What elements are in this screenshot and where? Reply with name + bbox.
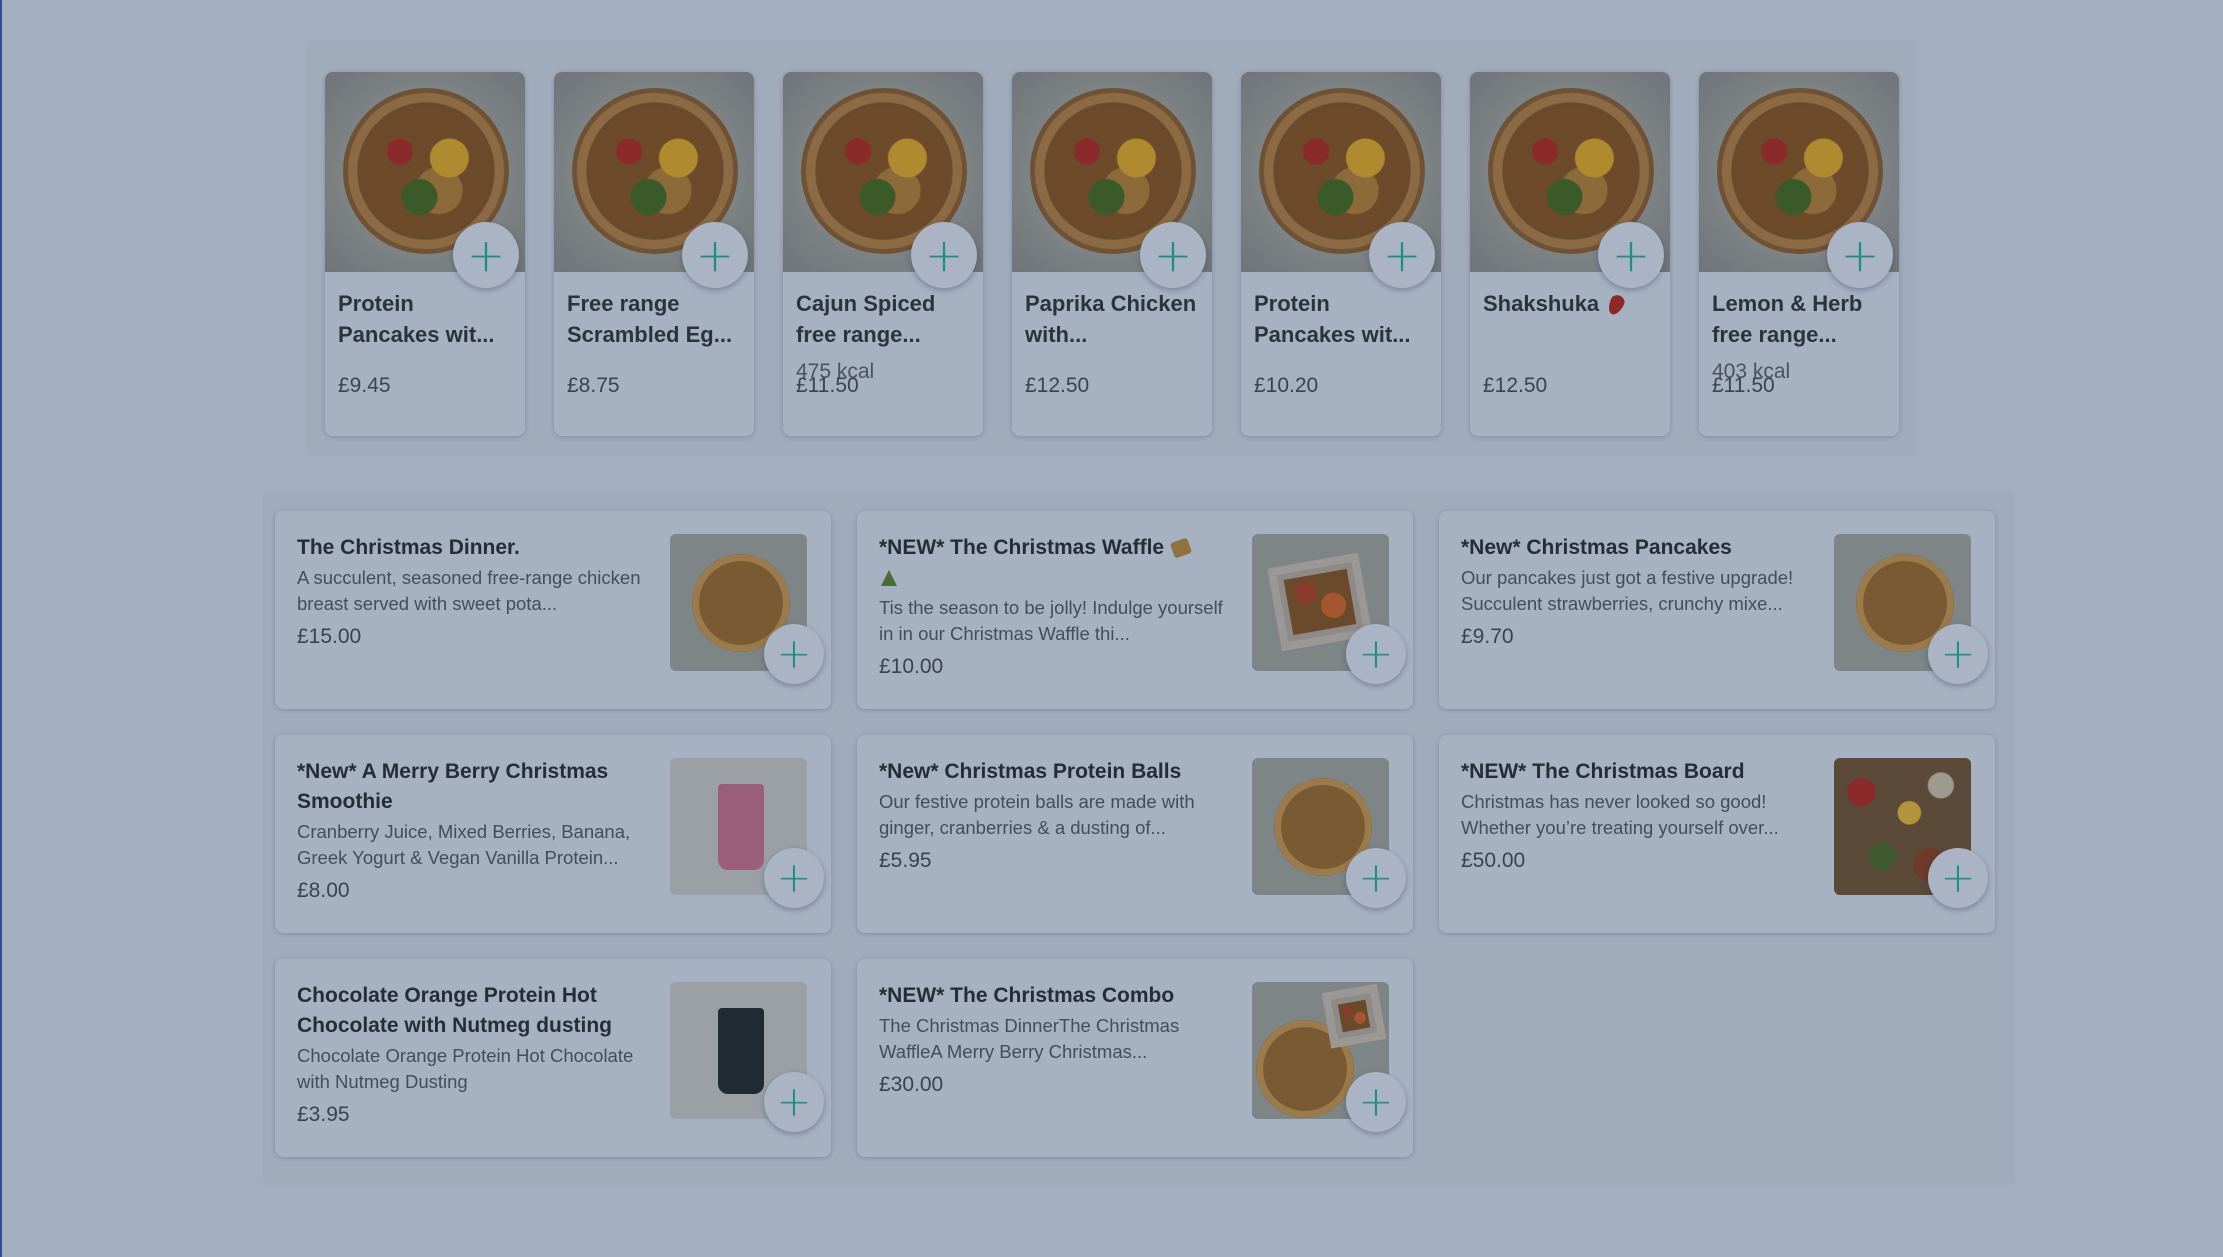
- item-price: £11.50: [1712, 374, 1775, 397]
- menu-item-description: Chocolate Orange Protein Hot Chocolate w…: [297, 1045, 634, 1092]
- item-name: Free range Scrambled Eg...: [567, 291, 733, 347]
- add-to-basket-button[interactable]: +: [1346, 848, 1406, 908]
- menu-item-description: Our pancakes just got a festive upgrade!…: [1461, 567, 1794, 614]
- menu-item-card[interactable]: *New* A Merry Berry Christmas Smoothie C…: [275, 735, 831, 933]
- item-name: Cajun Spiced free range...: [796, 291, 936, 347]
- menu-item-description: Tis the season to be jolly! Indulge your…: [879, 597, 1223, 644]
- item-price: £12.50: [1483, 374, 1548, 397]
- menu-item-price: £8.00: [297, 879, 350, 902]
- menu-item-card[interactable]: *NEW* The Christmas Combo The Christmas …: [857, 959, 1413, 1157]
- menu-item-price: £5.95: [879, 849, 932, 872]
- christmas-tree-icon: [881, 570, 897, 587]
- menu-item-title: The Christmas Dinner.: [297, 536, 520, 559]
- item-price: £8.75: [567, 374, 620, 397]
- menu-item-price: £9.70: [1461, 625, 1514, 648]
- add-to-basket-button[interactable]: +: [1827, 222, 1893, 288]
- menu-item-description: Our festive protein balls are made with …: [879, 791, 1195, 838]
- featured-carousel: + Protein Pancakes wit... £9.45 + Free r…: [305, 40, 1917, 456]
- menu-item-title: *NEW* The Christmas Combo: [879, 984, 1175, 1007]
- menu-item-card[interactable]: *New* Christmas Pancakes Our pancakes ju…: [1439, 511, 1995, 709]
- carousel-item[interactable]: + Paprika Chicken with... £12.50: [1012, 72, 1212, 436]
- menu-item-description: A succulent, seasoned free-range chicken…: [297, 567, 641, 614]
- carousel-item[interactable]: + Shakshuka £12.50: [1470, 72, 1670, 436]
- waffle-icon: [1169, 537, 1193, 560]
- carousel-item[interactable]: + Cajun Spiced free range... 475 kcal £1…: [783, 72, 983, 436]
- menu-item-title: *NEW* The Christmas Waffle: [879, 533, 1239, 593]
- menu-item-title: *New* Christmas Protein Balls: [879, 760, 1182, 783]
- menu-item-price: £30.00: [879, 1073, 944, 1096]
- add-to-basket-button[interactable]: +: [1598, 222, 1664, 288]
- carousel-item[interactable]: + Protein Pancakes wit... £9.45: [325, 72, 525, 436]
- item-name: Paprika Chicken with...: [1025, 291, 1197, 347]
- add-to-basket-button[interactable]: +: [1928, 624, 1988, 684]
- menu-item-title: *NEW* The Christmas Board: [1461, 760, 1745, 783]
- menu-item-description: Christmas has never looked so good! Whet…: [1461, 791, 1779, 838]
- add-to-basket-button[interactable]: +: [764, 848, 824, 908]
- item-name: Lemon & Herb free range...: [1712, 291, 1863, 347]
- carousel-track: + Protein Pancakes wit... £9.45 + Free r…: [325, 72, 1899, 436]
- add-to-basket-button[interactable]: +: [764, 1072, 824, 1132]
- item-name: Protein Pancakes wit...: [338, 291, 495, 347]
- menu-item-price: £3.95: [297, 1103, 350, 1126]
- item-price: £12.50: [1025, 374, 1090, 397]
- add-to-basket-button[interactable]: +: [453, 222, 519, 288]
- menu-item-card[interactable]: Chocolate Orange Protein Hot Chocolate w…: [275, 959, 831, 1157]
- item-price: £9.45: [338, 374, 391, 397]
- christmas-menu-section: The Christmas Dinner. A succulent, seaso…: [263, 492, 2015, 1186]
- carousel-item[interactable]: + Protein Pancakes wit... £10.20: [1241, 72, 1441, 436]
- add-to-basket-button[interactable]: +: [1928, 848, 1988, 908]
- menu-item-description: Cranberry Juice, Mixed Berries, Banana, …: [297, 821, 631, 868]
- menu-item-price: £10.00: [879, 655, 944, 678]
- menu-item-card[interactable]: *NEW* The Christmas Waffle Tis the seaso…: [857, 511, 1413, 709]
- window-left-edge: [0, 0, 2, 1257]
- menu-item-title: *New* Christmas Pancakes: [1461, 536, 1732, 559]
- menu-item-title: Chocolate Orange Protein Hot Chocolate w…: [297, 984, 612, 1037]
- menu-item-title: *New* A Merry Berry Christmas Smoothie: [297, 760, 609, 813]
- menu-item-card[interactable]: *New* Christmas Protein Balls Our festiv…: [857, 735, 1413, 933]
- add-to-basket-button[interactable]: +: [1346, 624, 1406, 684]
- add-to-basket-button[interactable]: +: [1140, 222, 1206, 288]
- menu-item-title-text: *NEW* The Christmas Waffle: [879, 536, 1165, 559]
- menu-item-price: £15.00: [297, 625, 362, 648]
- menu-item-description: The Christmas DinnerThe Christmas Waffle…: [879, 1015, 1180, 1062]
- menu-item-card[interactable]: *NEW* The Christmas Board Christmas has …: [1439, 735, 1995, 933]
- add-to-basket-button[interactable]: +: [764, 624, 824, 684]
- add-to-basket-button[interactable]: +: [1369, 222, 1435, 288]
- item-name: Shakshuka: [1483, 288, 1657, 350]
- add-to-basket-button[interactable]: +: [682, 222, 748, 288]
- add-to-basket-button[interactable]: +: [911, 222, 977, 288]
- item-price: £11.50: [796, 374, 859, 397]
- menu-item-card[interactable]: The Christmas Dinner. A succulent, seaso…: [275, 511, 831, 709]
- item-name-text: Shakshuka: [1483, 291, 1600, 316]
- carousel-item[interactable]: + Lemon & Herb free range... 403 kcal £1…: [1699, 72, 1899, 436]
- item-name: Protein Pancakes wit...: [1254, 291, 1411, 347]
- carousel-item[interactable]: + Free range Scrambled Eg... £8.75: [554, 72, 754, 436]
- chili-icon: [1605, 293, 1627, 318]
- item-price: £10.20: [1254, 374, 1319, 397]
- add-to-basket-button[interactable]: +: [1346, 1072, 1406, 1132]
- menu-item-price: £50.00: [1461, 849, 1526, 872]
